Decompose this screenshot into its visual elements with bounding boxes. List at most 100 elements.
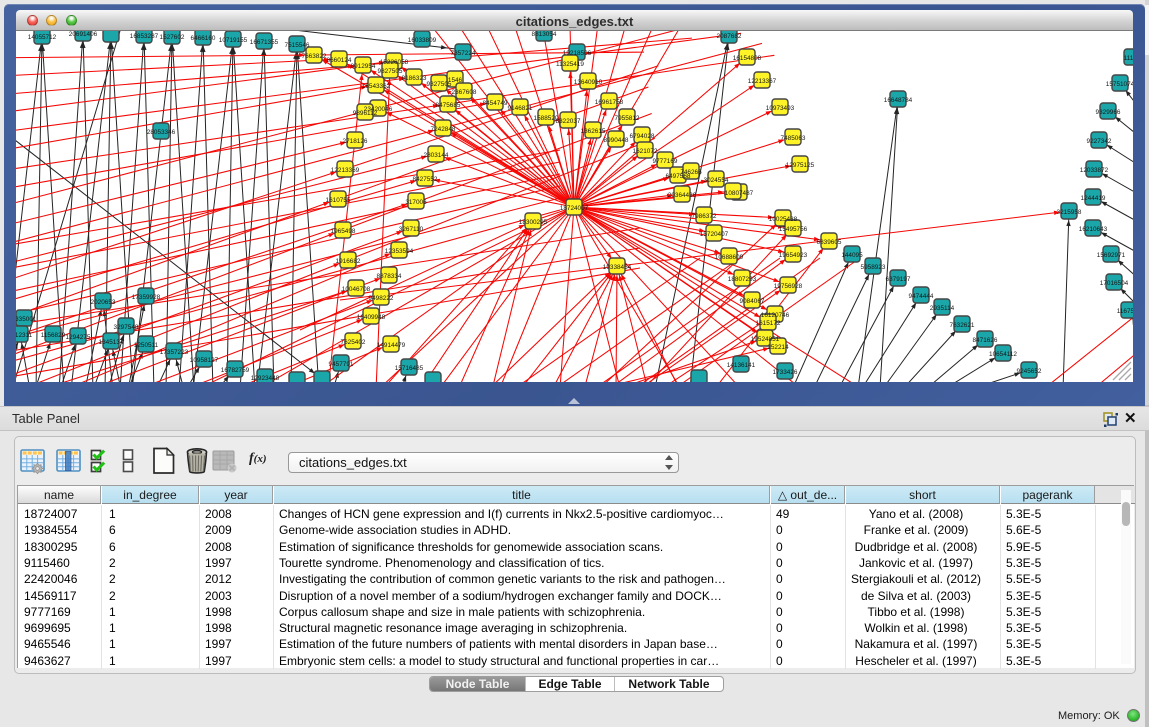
- svg-text:9827505: 9827505: [378, 68, 403, 75]
- svg-text:2020653: 2020653: [91, 299, 116, 306]
- svg-text:8912954: 8912954: [351, 63, 376, 70]
- svg-text:6466160: 6466160: [191, 35, 216, 42]
- svg-text:7986372: 7986372: [692, 213, 717, 220]
- svg-text:1294275: 1294275: [66, 334, 91, 341]
- svg-text:9498222: 9498222: [369, 295, 394, 302]
- svg-text:16154808: 16154808: [733, 55, 762, 62]
- svg-text:7242848: 7242848: [431, 126, 456, 133]
- svg-text:7357224: 7357224: [451, 50, 476, 57]
- svg-text:9084067: 9084067: [740, 298, 765, 305]
- svg-text:9896112: 9896112: [353, 110, 378, 117]
- svg-text:9329966: 9329966: [1096, 109, 1121, 116]
- svg-text:2087682: 2087682: [717, 33, 742, 40]
- svg-text:1965498: 1965498: [331, 228, 356, 235]
- svg-text:9474444: 9474444: [909, 293, 934, 300]
- svg-text:8990448: 8990448: [604, 137, 629, 144]
- svg-text:7625402: 7625402: [341, 339, 366, 346]
- svg-text:16409948: 16409948: [357, 314, 386, 321]
- svg-text:7515546: 7515546: [285, 42, 310, 49]
- svg-text:2935114: 2935114: [930, 305, 955, 312]
- svg-text:8660124: 8660124: [327, 57, 352, 64]
- svg-text:9245652: 9245652: [1017, 368, 1042, 375]
- svg-text:252214: 252214: [767, 344, 789, 351]
- svg-text:3267110: 3267110: [399, 226, 424, 233]
- svg-text:15495756: 15495756: [779, 226, 808, 233]
- svg-text:9777169: 9777169: [653, 158, 678, 165]
- svg-text:5958923: 5958923: [861, 264, 886, 271]
- svg-text:11123: 11123: [1124, 55, 1133, 62]
- svg-text:12353594: 12353594: [385, 248, 414, 255]
- svg-text:144095: 144095: [841, 252, 863, 259]
- svg-text:9327505: 9327505: [427, 81, 452, 88]
- svg-text:20691406: 20691406: [69, 31, 98, 38]
- svg-text:1244419: 1244419: [1081, 195, 1106, 202]
- svg-text:12213367: 12213367: [748, 78, 777, 85]
- svg-text:6794028: 6794028: [630, 133, 655, 140]
- svg-text:6839605: 6839605: [817, 239, 842, 246]
- svg-text:19756928: 19756928: [774, 283, 803, 290]
- svg-text:16961758: 16961758: [595, 99, 624, 106]
- svg-text:1916682: 1916682: [336, 258, 361, 265]
- svg-text:1610755: 1610755: [326, 197, 351, 204]
- svg-text:18807293: 18807293: [728, 276, 757, 283]
- svg-text:18300295: 18300295: [519, 219, 548, 226]
- svg-text:14055712: 14055712: [28, 34, 57, 41]
- svg-text:12033872: 12033872: [1080, 167, 1109, 174]
- svg-text:1362615: 1362615: [581, 128, 606, 135]
- svg-text:8475685: 8475685: [436, 102, 461, 109]
- svg-text:10654112: 10654112: [989, 351, 1017, 358]
- svg-text:8427552: 8427552: [413, 176, 438, 183]
- svg-text:8454749: 8454749: [483, 100, 508, 107]
- svg-text:8813054: 8813054: [532, 31, 557, 38]
- svg-text:3024554: 3024554: [704, 177, 729, 184]
- svg-text:13640910: 13640910: [574, 79, 603, 86]
- svg-text:1156829: 1156829: [41, 332, 66, 339]
- svg-text:17359928: 17359928: [132, 294, 161, 301]
- svg-text:16543362: 16543362: [362, 83, 391, 90]
- svg-text:10025438: 10025438: [769, 216, 798, 223]
- svg-text:3297548: 3297548: [114, 324, 139, 331]
- svg-text:9457791: 9457791: [329, 361, 354, 368]
- svg-text:7663822: 7663822: [302, 53, 327, 60]
- svg-text:746266: 746266: [680, 169, 702, 176]
- svg-text:1621072: 1621072: [633, 148, 658, 155]
- svg-text:28053346: 28053346: [147, 129, 176, 136]
- svg-text:1167539: 1167539: [1117, 308, 1133, 315]
- svg-text:16210643: 16210643: [1079, 226, 1108, 233]
- svg-text:2367608: 2367608: [452, 89, 477, 96]
- svg-text:15226058: 15226058: [380, 59, 409, 66]
- svg-text:10688609: 10688609: [715, 254, 744, 261]
- svg-text:8186323: 8186323: [402, 75, 427, 82]
- svg-text:10046708: 10046708: [342, 286, 371, 293]
- svg-text:16853287: 16853287: [130, 33, 159, 40]
- svg-text:8878334: 8878334: [377, 273, 402, 280]
- svg-text:7955812: 7955812: [615, 115, 640, 122]
- svg-text:18724007: 18724007: [560, 205, 589, 212]
- svg-text:12213369: 12213369: [331, 167, 360, 174]
- svg-text:12923448: 12923448: [251, 375, 280, 382]
- svg-text:20364436: 20364436: [668, 192, 697, 199]
- svg-text:16033809: 16033809: [408, 37, 437, 44]
- svg-text:2718126: 2718126: [343, 138, 368, 145]
- svg-text:9227342: 9227342: [1087, 138, 1112, 145]
- svg-text:16782759: 16782759: [221, 367, 250, 374]
- svg-text:1733426: 1733426: [773, 369, 798, 376]
- svg-text:1615172: 1615172: [756, 320, 781, 327]
- svg-text:7485063: 7485063: [781, 135, 806, 142]
- svg-text:16648784: 16648784: [884, 97, 913, 104]
- svg-text:17357223: 17357223: [160, 349, 189, 356]
- svg-text:10807487: 10807487: [725, 190, 754, 197]
- svg-text:14136141: 14136141: [727, 362, 756, 369]
- svg-text:19524851: 19524851: [751, 336, 780, 343]
- svg-text:1345134: 1345134: [99, 339, 124, 346]
- svg-text:15692971: 15692971: [1097, 252, 1126, 259]
- svg-text:19218506: 19218506: [563, 50, 592, 57]
- svg-text:10719155: 10719155: [219, 37, 248, 44]
- svg-text:15751074: 15751074: [1106, 81, 1133, 88]
- svg-text:16120746: 16120746: [761, 312, 790, 319]
- svg-text:15720407: 15720407: [700, 231, 729, 238]
- svg-text:12975125: 12975125: [786, 162, 815, 169]
- svg-text:10958127: 10958127: [190, 357, 219, 364]
- svg-text:9146821: 9146821: [508, 105, 533, 112]
- svg-text:15716485: 15716485: [395, 365, 424, 372]
